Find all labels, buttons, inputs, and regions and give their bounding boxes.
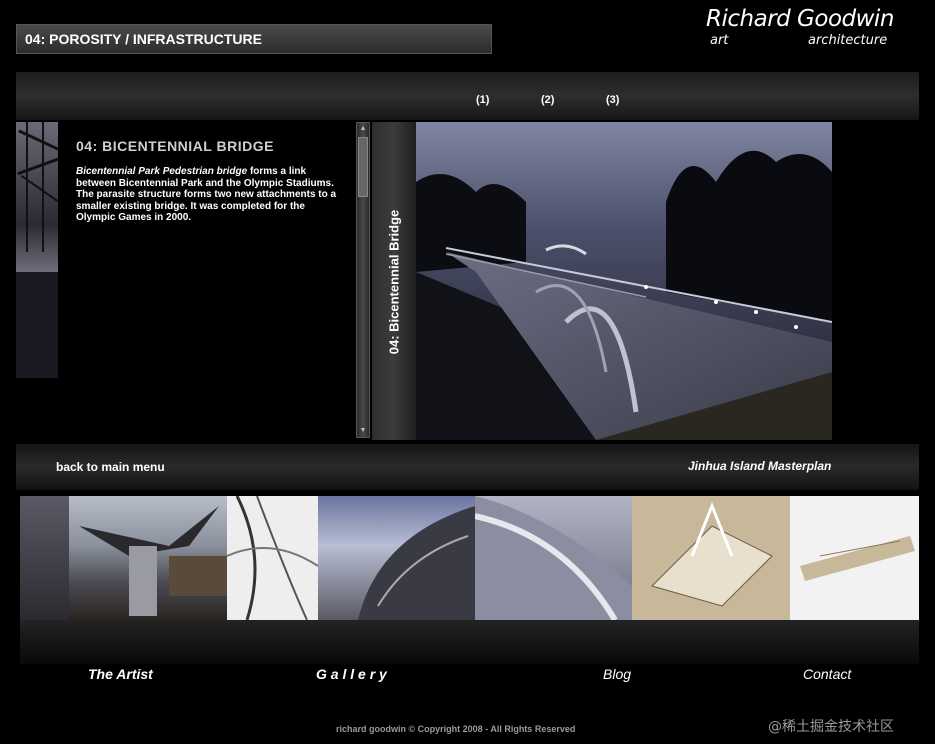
gallery-thumb-5-art xyxy=(475,496,632,620)
pagination-bar xyxy=(16,72,919,120)
section-title: 04: POROSITY / INFRASTRUCTURE xyxy=(25,31,262,47)
section-title-bar: 04: POROSITY / INFRASTRUCTURE xyxy=(16,24,492,54)
gallery-thumb-7[interactable] xyxy=(790,496,919,620)
gallery-thumb-5[interactable] xyxy=(475,496,632,620)
gallery-thumb-7-art xyxy=(800,536,915,581)
footer-copyright: richard goodwin © Copyright 2008 - All R… xyxy=(336,724,576,734)
gallery-thumb-6[interactable] xyxy=(632,496,790,620)
article-body: Bicentennial Park Pedestrian bridge form… xyxy=(76,166,346,224)
watermark: @稀土掘金技术社区 xyxy=(768,719,894,735)
gallery-thumb-2-art xyxy=(79,506,227,616)
scroll-thumb[interactable] xyxy=(358,137,368,197)
scroll-down-arrow-icon[interactable]: ▼ xyxy=(357,425,369,437)
gallery-thumb-3-art xyxy=(227,496,318,620)
gallery-reflection xyxy=(20,620,919,664)
content-scrollbar[interactable]: ▲ ▼ xyxy=(356,122,370,438)
previous-project-image[interactable] xyxy=(16,122,58,378)
brand-logo-name[interactable]: Richard Goodwin xyxy=(706,6,894,32)
project-side-tab[interactable]: 04: Bicentennial Bridge xyxy=(372,122,416,440)
side-tab-label: 04: Bicentennial Bridge xyxy=(386,209,402,355)
nav-blog[interactable]: Blog xyxy=(603,666,631,682)
page-link-1[interactable]: (1) xyxy=(476,94,489,106)
bridge-photo xyxy=(416,122,832,440)
scroll-up-arrow-icon[interactable]: ▲ xyxy=(357,123,369,135)
gallery-thumb-3[interactable] xyxy=(227,496,318,620)
bridge-illustration xyxy=(416,122,832,440)
gallery-thumb-6-art xyxy=(651,501,773,607)
brand-logo-art: art xyxy=(710,33,729,48)
page-link-3[interactable]: (3) xyxy=(606,94,619,106)
page-link-2[interactable]: (2) xyxy=(541,94,554,106)
nav-contact[interactable]: Contact xyxy=(803,666,851,682)
back-to-main-menu-link[interactable]: back to main menu xyxy=(56,460,165,474)
gallery-thumb-4[interactable] xyxy=(318,496,475,620)
gallery-thumb-1[interactable] xyxy=(20,496,69,620)
gallery-thumb-4-art xyxy=(358,506,475,620)
next-project-link[interactable]: Jinhua Island Masterplan xyxy=(688,459,831,473)
gallery-thumb-2[interactable] xyxy=(69,496,227,620)
nav-the-artist[interactable]: The Artist xyxy=(88,666,153,682)
article-title: 04: BICENTENNIAL BRIDGE xyxy=(76,138,274,154)
nav-gallery[interactable]: G a l l e r y xyxy=(316,666,387,682)
gallery-strip xyxy=(20,496,919,620)
brand-logo-architecture: architecture xyxy=(808,33,888,48)
article-body-lead: Bicentennial Park Pedestrian bridge xyxy=(76,166,248,177)
